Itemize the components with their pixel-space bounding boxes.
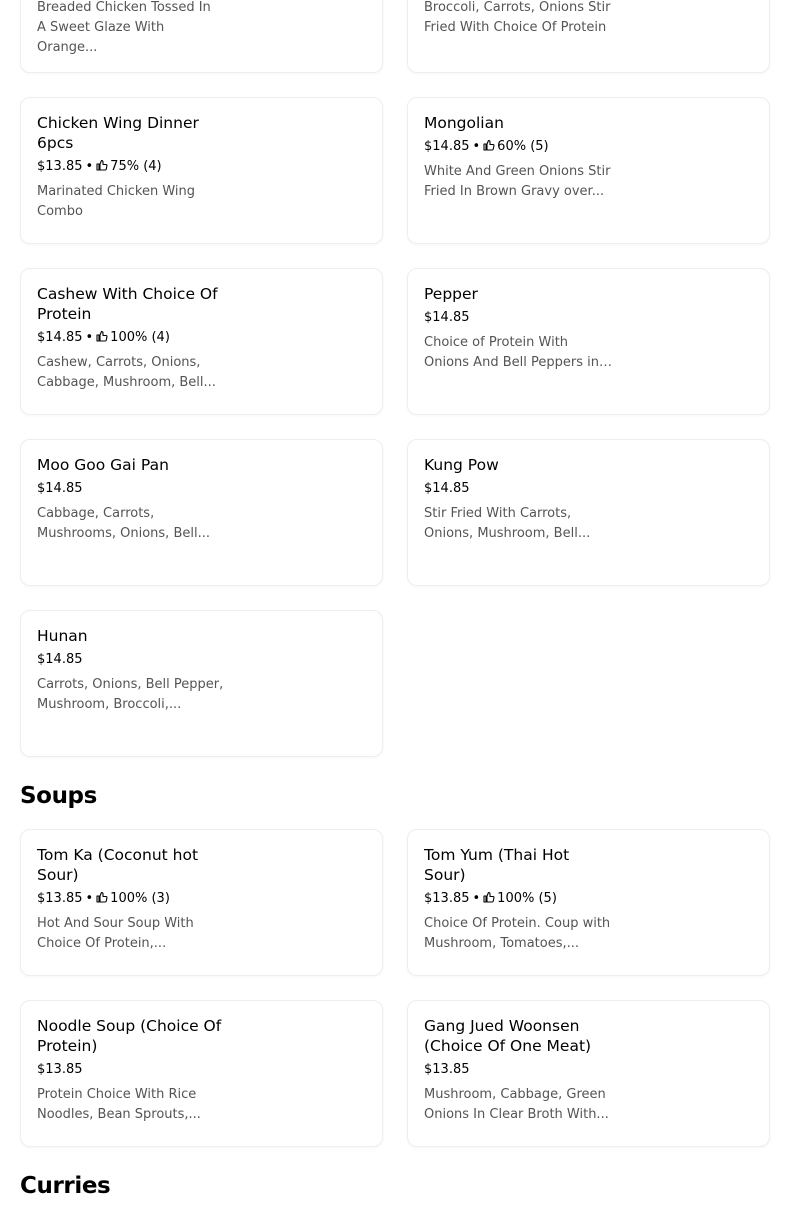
item-name: Pepper [424, 285, 478, 303]
thumbs-up-icon [96, 891, 108, 903]
item-name: Moo Goo Gai Pan [37, 456, 169, 474]
menu-item-card[interactable]: Broccoli, Carrots, Onions Stir Fried Wit… [407, 0, 770, 73]
item-description: Stir Fried With Carrots, Onions, Mushroo… [424, 506, 591, 541]
item-description: Mushroom, Cabbage, Green Onions In Clear… [424, 1087, 609, 1122]
item-meta: $14.85 • 100% (4) [37, 329, 227, 347]
menu-item-card[interactable]: Breaded Chicken Tossed In A Sweet Glaze … [20, 0, 383, 73]
thumbs-up-icon [483, 139, 495, 151]
item-name: Hunan [37, 627, 88, 645]
menu-item-card[interactable]: Tom Yum (Thai Hot Sour) $13.85 • 100% (5) … [407, 829, 770, 976]
item-rating: 100% (3) [110, 891, 170, 906]
item-name: Noodle Soup (Choice Of Protein) [37, 1017, 222, 1055]
item-description: Broccoli, Carrots, Onions Stir Fried Wit… [424, 0, 611, 35]
menu-item-card[interactable]: Noodle Soup (Choice Of Protein) $13.85 P… [20, 1000, 383, 1147]
item-meta: $13.85 [37, 1061, 227, 1079]
item-name: Chicken Wing Dinner 6pcs [37, 114, 199, 152]
item-description: Cashew, Carrots, Onions, Cabbage, Mushro… [37, 355, 216, 390]
item-rating: 100% (5) [497, 891, 557, 906]
item-meta: $14.85 [37, 480, 227, 498]
item-price: $13.85 [37, 159, 83, 174]
item-meta: $14.85 [424, 309, 614, 327]
menu-item-card[interactable]: Tom Ka (Coconut hot Sour) $13.85 • 100% (3… [20, 829, 383, 976]
item-rating: 75% (4) [110, 159, 162, 174]
item-description: Breaded Chicken Tossed In A Sweet Glaze … [37, 0, 211, 55]
thumbs-up-icon [96, 159, 108, 171]
item-name: Tom Yum (Thai Hot Sour) [424, 846, 570, 884]
section-title-soups: Soups [20, 783, 97, 809]
item-price: $13.85 [37, 891, 83, 906]
menu-item-card[interactable]: Chicken Wing Dinner 6pcs $13.85 • 75% (4) … [20, 97, 383, 244]
item-description: White And Green Onions Stir Fried In Bro… [424, 164, 611, 199]
item-description: Protein Choice With Rice Noodles, Bean S… [37, 1087, 201, 1122]
item-description: Choice Of Protein. Coup with Mushroom, T… [424, 916, 611, 951]
item-name: Kung Pow [424, 456, 499, 474]
item-name: Mongolian [424, 114, 504, 132]
item-price: $13.85 [424, 891, 470, 906]
item-price: $13.85 [37, 1062, 83, 1077]
menu-item-card[interactable]: Pepper $14.85 Choice of Protein With Oni… [407, 268, 770, 415]
meta-separator: • [472, 139, 481, 154]
item-price: $13.85 [424, 1062, 470, 1077]
item-meta: $14.85 [37, 651, 227, 669]
meta-separator: • [85, 330, 94, 345]
item-price: $14.85 [424, 481, 470, 496]
meta-separator: • [85, 159, 94, 174]
item-price: $14.85 [37, 481, 83, 496]
item-rating: 100% (4) [110, 330, 170, 345]
item-price: $14.85 [424, 310, 470, 325]
item-name: Cashew With Choice Of Protein [37, 285, 218, 323]
item-name: Tom Ka (Coconut hot Sour) [37, 846, 199, 884]
thumbs-up-icon [483, 891, 495, 903]
meta-separator: • [472, 891, 481, 906]
item-meta: $13.85 • 100% (5) [424, 890, 614, 908]
item-description: Cabbage, Carrots, Mushrooms, Onions, Bel… [37, 506, 210, 541]
item-description: Carrots, Onions, Bell Pepper, Mushroom, … [37, 677, 224, 712]
item-description: Hot And Sour Soup With Choice Of Protein… [37, 916, 194, 951]
item-meta: $13.85 • 100% (3) [37, 890, 227, 908]
item-meta: $13.85 [424, 1061, 614, 1079]
item-meta: $14.85 • 60% (5) [424, 138, 614, 156]
item-price: $14.85 [37, 330, 83, 345]
item-description: Marinated Chicken Wing Combo [37, 184, 196, 219]
menu-item-card[interactable]: Kung Pow $14.85 Stir Fried With Carrots,… [407, 439, 770, 586]
menu-item-card[interactable]: Gang Jued Woonsen (Choice Of One Meat) $… [407, 1000, 770, 1147]
item-meta: $14.85 [424, 480, 614, 498]
item-price: $14.85 [424, 139, 470, 154]
item-price: $14.85 [37, 652, 83, 667]
meta-separator: • [85, 891, 94, 906]
item-meta: $13.85 • 75% (4) [37, 158, 227, 176]
item-description: Choice of Protein With Onions And Bell P… [424, 335, 599, 370]
menu-item-card[interactable]: Mongolian $14.85 • 60% (5) White And Green… [407, 97, 770, 244]
section-title-curries: Curries [20, 1173, 111, 1199]
item-name: Gang Jued Woonsen (Choice Of One Meat) [424, 1017, 592, 1055]
menu-item-card[interactable]: Cashew With Choice Of Protein $14.85 • 100… [20, 268, 383, 415]
item-rating: 60% (5) [497, 139, 549, 154]
thumbs-up-icon [96, 330, 108, 342]
menu-item-card[interactable]: Hunan $14.85 Carrots, Onions, Bell Peppe… [20, 610, 383, 757]
menu-item-card[interactable]: Moo Goo Gai Pan $14.85 Cabbage, Carrots,… [20, 439, 383, 586]
